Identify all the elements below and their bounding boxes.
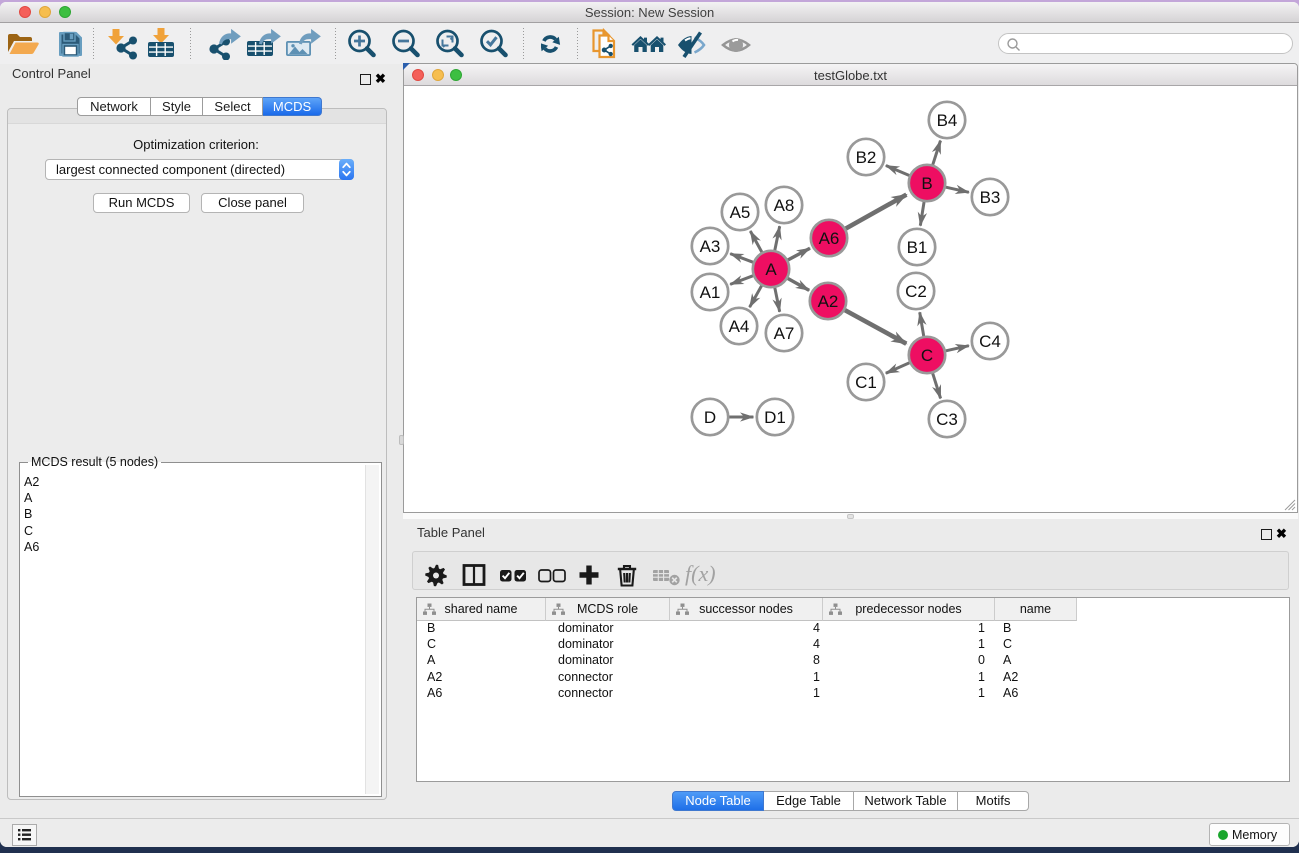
svg-text:A7: A7 bbox=[774, 324, 795, 343]
svg-text:B4: B4 bbox=[937, 111, 958, 130]
svg-text:A3: A3 bbox=[700, 237, 721, 256]
svg-text:D1: D1 bbox=[764, 408, 786, 427]
svg-text:A1: A1 bbox=[700, 283, 721, 302]
svg-text:B3: B3 bbox=[980, 188, 1001, 207]
svg-text:B: B bbox=[921, 174, 932, 193]
svg-text:C4: C4 bbox=[979, 332, 1001, 351]
svg-text:A4: A4 bbox=[729, 317, 750, 336]
svg-text:C: C bbox=[921, 346, 933, 365]
svg-text:A6: A6 bbox=[819, 229, 840, 248]
svg-text:A8: A8 bbox=[774, 196, 795, 215]
svg-text:A2: A2 bbox=[818, 292, 839, 311]
svg-text:B1: B1 bbox=[907, 238, 928, 257]
svg-text:A: A bbox=[765, 260, 777, 279]
svg-text:C3: C3 bbox=[936, 410, 958, 429]
svg-text:C1: C1 bbox=[855, 373, 877, 392]
svg-text:C2: C2 bbox=[905, 282, 927, 301]
svg-text:B2: B2 bbox=[856, 148, 877, 167]
svg-text:A5: A5 bbox=[730, 203, 751, 222]
svg-text:D: D bbox=[704, 408, 716, 427]
